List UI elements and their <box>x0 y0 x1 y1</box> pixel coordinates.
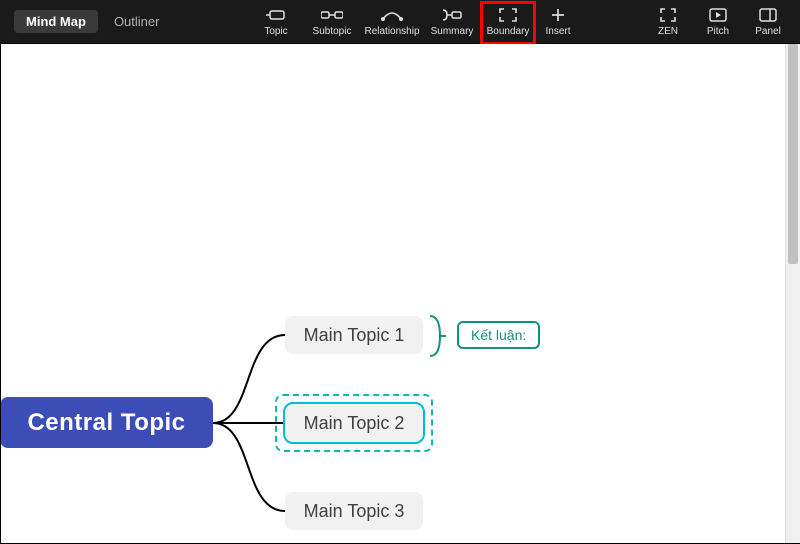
panel-label: Panel <box>755 26 781 37</box>
boundary-label: Boundary <box>487 26 530 37</box>
summary-icon <box>442 6 462 24</box>
tab-mindmap[interactable]: Mind Map <box>14 10 98 33</box>
toolbar-right: ZEN Pitch Panel <box>650 2 786 42</box>
subtopic-icon <box>321 6 343 24</box>
toolbar: Mind Map Outliner Topic Subtopic Relatio… <box>0 0 800 44</box>
play-icon <box>709 6 727 24</box>
pitch-button[interactable]: Pitch <box>700 2 736 42</box>
panel-icon <box>759 6 777 24</box>
relationship-icon <box>381 6 403 24</box>
fullscreen-icon <box>660 6 676 24</box>
relationship-label: Relationship <box>364 26 419 37</box>
topic-button[interactable]: Topic <box>250 2 302 42</box>
vertical-scrollbar[interactable] <box>785 44 800 544</box>
main-topic-3-node[interactable]: Main Topic 3 <box>285 492 423 530</box>
topic-icon <box>266 6 286 24</box>
frame-left <box>0 44 1 544</box>
scroll-thumb[interactable] <box>788 44 798 264</box>
subtopic-label: Subtopic <box>313 26 352 37</box>
summary-button[interactable]: Summary <box>426 2 478 42</box>
plus-icon <box>550 6 566 24</box>
boundary-button[interactable]: Boundary <box>482 2 534 42</box>
summary-label-btn: Summary <box>431 26 474 37</box>
insert-button[interactable]: Insert <box>538 2 578 42</box>
tab-outliner[interactable]: Outliner <box>102 10 172 33</box>
relationship-button[interactable]: Relationship <box>362 2 422 42</box>
toolbar-center: Topic Subtopic Relationship Summary B <box>250 2 578 42</box>
insert-label: Insert <box>545 26 570 37</box>
main-topic-2-node[interactable]: Main Topic 2 <box>285 404 423 442</box>
topic-label: Topic <box>264 26 287 37</box>
subtopic-button[interactable]: Subtopic <box>306 2 358 42</box>
summary-label-node[interactable]: Kết luận: <box>457 321 540 349</box>
main-topic-1-node[interactable]: Main Topic 1 <box>285 316 423 354</box>
zen-button[interactable]: ZEN <box>650 2 686 42</box>
pitch-label: Pitch <box>707 26 729 37</box>
panel-button[interactable]: Panel <box>750 2 786 42</box>
connector-lines <box>213 335 285 515</box>
boundary-icon <box>499 6 517 24</box>
canvas[interactable]: Central Topic Main Topic 1 Main Topic 2 … <box>0 44 800 544</box>
zen-label: ZEN <box>658 26 678 37</box>
view-toggle: Mind Map Outliner <box>14 10 171 33</box>
central-topic-node[interactable]: Central Topic <box>0 397 213 448</box>
summary-bracket <box>430 314 444 358</box>
